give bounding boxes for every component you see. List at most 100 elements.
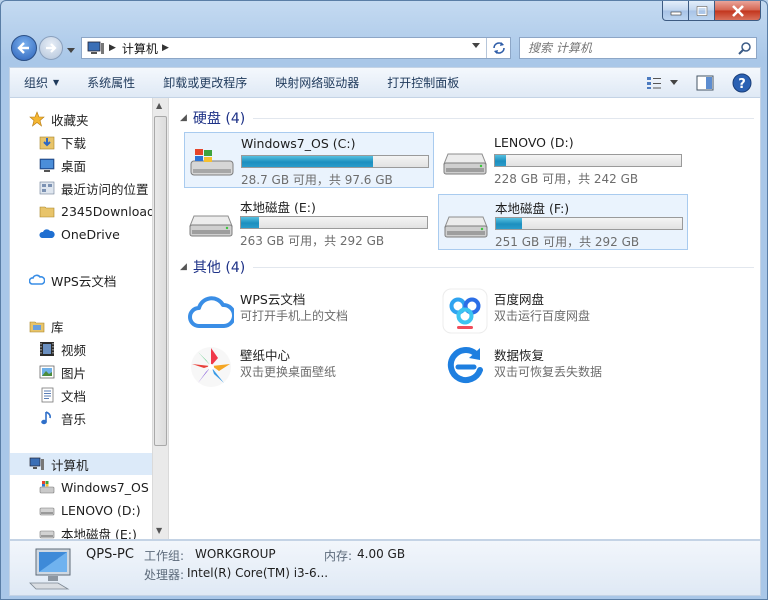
nav-drive-c[interactable]: Windows7_OS ( — [10, 476, 152, 498]
drive-item[interactable]: 本地磁盘 (F:) 251 GB 可用，共 292 GB — [438, 194, 688, 250]
desktop-icon — [39, 158, 55, 172]
collapse-icon[interactable]: ◢ — [180, 262, 187, 272]
address-row: ▶ 计算机 ▶ — [1, 31, 767, 65]
recent-pages-dropdown[interactable] — [67, 43, 75, 57]
view-controls: ? — [646, 73, 760, 93]
drive-usage-bar — [494, 154, 682, 167]
nav-item-label: 音乐 — [61, 411, 87, 427]
nav-item-label: OneDrive — [61, 226, 120, 242]
breadcrumb-separator[interactable]: ▶ — [109, 43, 116, 53]
nav-recent-places[interactable]: 最近访问的位置 — [10, 177, 152, 199]
item-name: 数据恢复 — [494, 348, 545, 363]
nav-pane-scrollbar[interactable]: ▲ ▼ — [152, 98, 169, 539]
map-network-drive-button[interactable]: 映射网络驱动器 — [261, 68, 373, 98]
navigation-pane[interactable]: 收藏夹 下载 桌面 最近访问的位置 2345Downloads OneDrive — [10, 98, 152, 539]
group-others[interactable]: ◢ 其他 (4) — [180, 257, 754, 277]
workgroup-label: 工作组: — [144, 549, 185, 563]
forward-button[interactable] — [39, 36, 63, 60]
close-button[interactable] — [715, 1, 761, 21]
computer-name: QPS-PC — [86, 547, 134, 562]
nav-2345downloads[interactable]: 2345Downloads — [10, 200, 152, 222]
computer-icon — [29, 457, 44, 470]
computer-icon — [87, 41, 104, 54]
file-pane[interactable]: ◢ 硬盘 (4) Windows7_OS (C:) 28.7 GB 可用，共 97… — [170, 98, 760, 539]
nav-item-label: LENOVO (D:) — [61, 502, 141, 518]
wallpaper-center-icon — [191, 347, 231, 387]
maximize-button[interactable] — [689, 1, 715, 21]
nav-wps-cloud[interactable]: WPS云文档 — [10, 269, 152, 291]
back-button[interactable] — [11, 35, 37, 61]
nav-drive-e[interactable]: 本地磁盘 (E:) — [10, 522, 152, 539]
other-item-recovery[interactable]: 数据恢复 双击可恢复丢失数据 — [438, 342, 688, 390]
breadcrumb-separator[interactable]: ▶ — [162, 43, 169, 53]
nav-item-label: 桌面 — [61, 158, 87, 174]
recent-places-icon — [39, 181, 55, 195]
change-view-icon[interactable] — [646, 76, 662, 90]
drive-item[interactable]: Windows7_OS (C:) 28.7 GB 可用，共 97.6 GB — [184, 132, 434, 188]
music-icon — [41, 411, 51, 425]
chevron-down-icon — [67, 48, 75, 53]
address-bar[interactable]: ▶ 计算机 ▶ — [81, 37, 511, 59]
drive-icon — [39, 530, 55, 539]
address-history-chevron-icon[interactable] — [472, 43, 480, 49]
maximize-icon — [696, 5, 707, 16]
libraries-icon — [29, 321, 45, 333]
computer-icon — [29, 548, 71, 590]
preview-pane-icon[interactable] — [696, 75, 714, 91]
forward-arrow-icon — [46, 43, 57, 53]
help-icon[interactable]: ? — [732, 73, 752, 93]
nav-music[interactable]: 音乐 — [10, 407, 152, 429]
downloads-folder-icon — [39, 136, 55, 150]
drive-usage-fill — [496, 218, 523, 229]
minimize-button[interactable] — [662, 1, 689, 21]
nav-item-label: 图片 — [61, 365, 87, 381]
scroll-down-icon[interactable]: ▼ — [156, 526, 162, 535]
videos-icon — [40, 342, 54, 356]
refresh-icon — [492, 42, 505, 54]
nav-desktop[interactable]: 桌面 — [10, 154, 152, 176]
nav-downloads[interactable]: 下载 — [10, 131, 152, 153]
search-input[interactable] — [520, 38, 720, 58]
scroll-up-icon[interactable]: ▲ — [156, 101, 162, 110]
nav-item-label: 下载 — [61, 135, 87, 151]
breadcrumb-computer[interactable]: 计算机 — [122, 40, 158, 57]
cpu-label: 处理器: — [144, 568, 185, 582]
drive-name: 本地磁盘 (F:) — [495, 201, 570, 216]
pictures-icon — [39, 365, 55, 379]
view-options-chevron-icon[interactable] — [670, 79, 678, 86]
nav-documents[interactable]: 文档 — [10, 384, 152, 406]
nav-pictures[interactable]: 图片 — [10, 361, 152, 383]
nav-item-label: 视频 — [61, 342, 87, 358]
drive-usage-bar — [240, 216, 428, 229]
other-item-wallpaper[interactable]: 壁纸中心 双击更换桌面壁纸 — [184, 342, 434, 390]
nav-libraries[interactable]: 库 — [10, 315, 152, 337]
nav-favorites[interactable]: 收藏夹 — [10, 108, 152, 130]
nav-videos[interactable]: 视频 — [10, 338, 152, 360]
documents-icon — [41, 387, 54, 403]
search-box[interactable] — [519, 37, 757, 59]
other-item-baidu[interactable]: 百度网盘 双击运行百度网盘 — [438, 286, 688, 334]
nav-computer[interactable]: 计算机 — [10, 453, 152, 475]
data-recovery-icon — [447, 347, 483, 384]
close-icon — [731, 4, 744, 17]
organize-button[interactable]: 组织 ▼ — [10, 68, 73, 98]
scrollbar-thumb[interactable] — [154, 116, 167, 446]
other-item-wps[interactable]: WPS云文档 可打开手机上的文档 — [184, 286, 434, 334]
open-control-panel-button[interactable]: 打开控制面板 — [373, 68, 473, 98]
group-hard-disks[interactable]: ◢ 硬盘 (4) — [180, 108, 754, 128]
system-drive-icon — [189, 147, 235, 180]
drive-item[interactable]: LENOVO (D:) 228 GB 可用，共 242 GB — [438, 132, 688, 188]
nav-onedrive[interactable]: OneDrive — [10, 223, 152, 245]
drive-item[interactable]: 本地磁盘 (E:) 263 GB 可用，共 292 GB — [184, 194, 434, 250]
uninstall-program-button[interactable]: 卸载或更改程序 — [149, 68, 261, 98]
item-name: 壁纸中心 — [240, 348, 291, 363]
main-content: 收藏夹 下载 桌面 最近访问的位置 2345Downloads OneDrive — [9, 97, 761, 540]
caption-buttons — [662, 1, 761, 21]
drive-icon — [39, 507, 55, 516]
refresh-button[interactable] — [486, 38, 510, 58]
search-icon[interactable] — [738, 41, 752, 55]
system-properties-button[interactable]: 系统属性 — [73, 68, 149, 98]
nav-drive-d[interactable]: LENOVO (D:) — [10, 499, 152, 521]
nav-item-label: Windows7_OS ( — [61, 479, 152, 495]
collapse-icon[interactable]: ◢ — [180, 113, 187, 123]
